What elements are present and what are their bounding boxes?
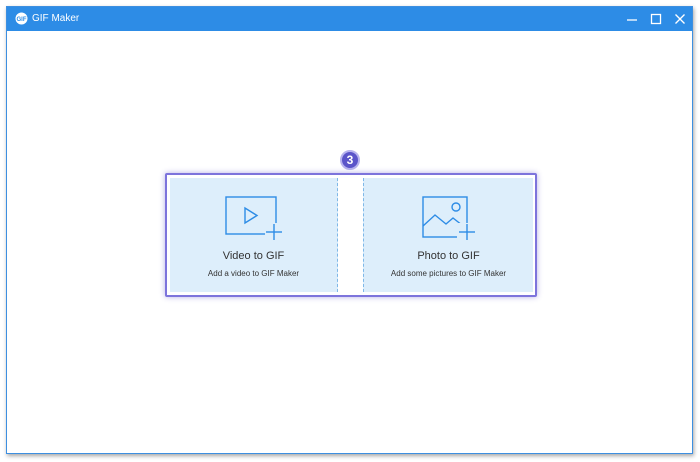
window-title: GIF Maker (32, 13, 80, 24)
video-to-gif-title: Video to GIF (222, 250, 285, 262)
minimize-icon (627, 19, 637, 21)
app-logo-icon: GIF (15, 12, 28, 25)
maximize-button[interactable] (649, 12, 663, 26)
title-bar[interactable]: GIF GIF Maker (7, 7, 692, 31)
step-number-badge: 3 (340, 150, 360, 170)
photo-to-gif-title: Photo to GIF (417, 250, 480, 262)
close-icon (675, 14, 685, 24)
close-button[interactable] (673, 12, 687, 26)
photo-add-icon (421, 196, 476, 245)
minimize-button[interactable] (625, 12, 639, 26)
card-divider (338, 178, 363, 292)
photo-to-gif-card[interactable]: Photo to GIF Add some pictures to GIF Ma… (363, 178, 533, 292)
svg-text:GIF: GIF (17, 17, 27, 23)
add-media-panel: Video to GIF Add a video to GIF Maker Ph… (165, 173, 537, 297)
video-add-icon (224, 196, 283, 245)
video-to-gif-subtitle: Add a video to GIF Maker (207, 269, 300, 278)
maximize-icon (650, 13, 662, 25)
video-to-gif-card[interactable]: Video to GIF Add a video to GIF Maker (170, 178, 338, 292)
photo-to-gif-subtitle: Add some pictures to GIF Maker (390, 269, 507, 278)
